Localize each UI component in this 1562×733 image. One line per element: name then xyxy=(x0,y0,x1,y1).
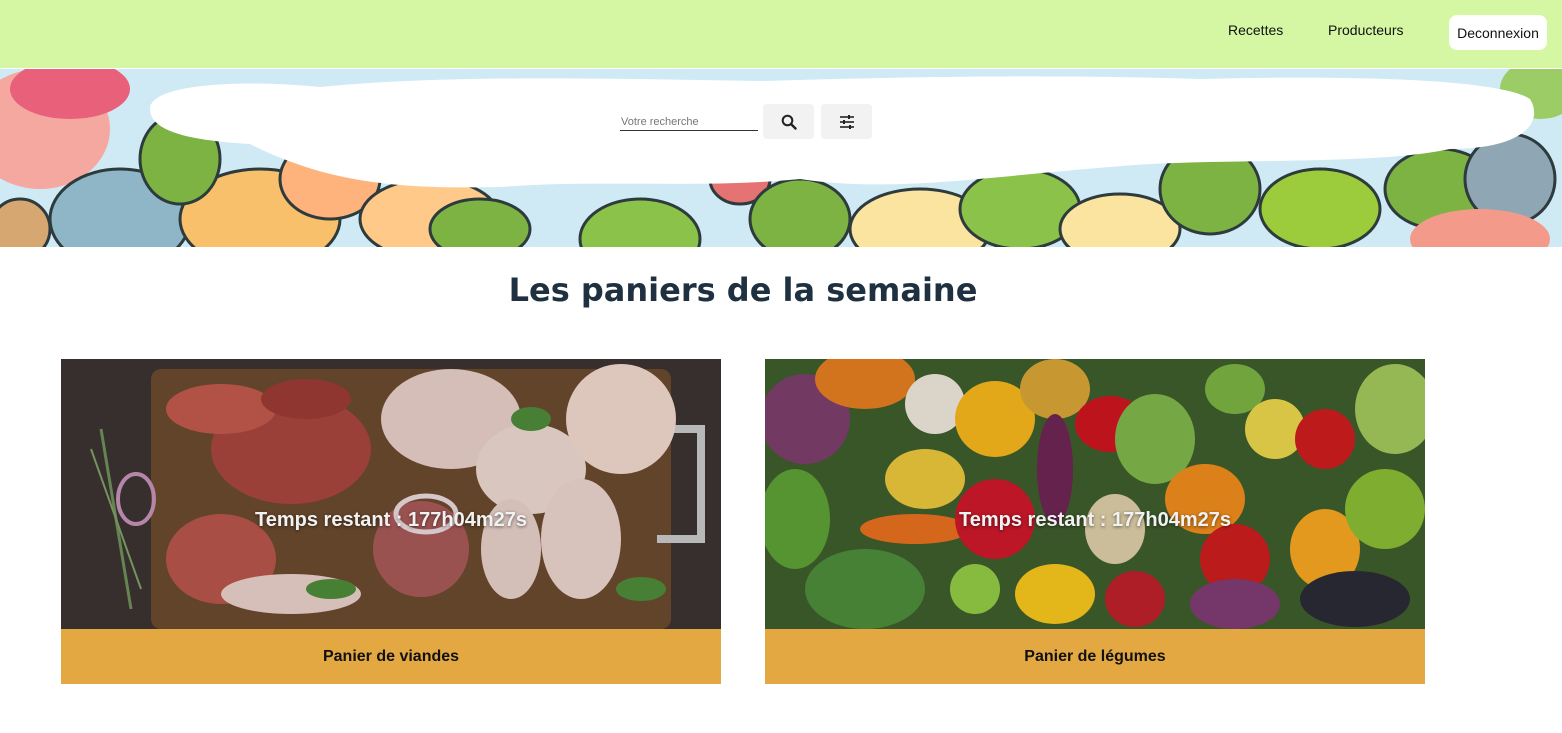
basket-timer-viandes: Temps restant : 177h04m27s xyxy=(255,509,527,531)
nav-link-recettes[interactable]: Recettes xyxy=(1228,22,1283,38)
nav-link-producteurs[interactable]: Producteurs xyxy=(1328,22,1403,38)
basket-timer-legumes: Temps restant : 177h04m27s xyxy=(959,509,1231,531)
section-title: Les paniers de la semaine xyxy=(508,271,978,309)
search-icon xyxy=(781,114,797,130)
basket-label-viandes[interactable]: Panier de viandes xyxy=(61,629,721,684)
sliders-icon xyxy=(839,114,854,129)
basket-image-legumes xyxy=(765,359,1425,629)
search-input[interactable] xyxy=(620,114,758,131)
logout-button[interactable]: Deconnexion xyxy=(1449,15,1547,50)
search-button[interactable] xyxy=(763,104,814,139)
filter-button[interactable] xyxy=(821,104,872,139)
hero-illustration xyxy=(0,69,1562,247)
basket-card-viandes[interactable]: Temps restant : 177h04m27s Panier de via… xyxy=(61,359,721,684)
basket-label-legumes[interactable]: Panier de légumes xyxy=(765,629,1425,684)
basket-image-viandes xyxy=(61,359,721,629)
hero-banner xyxy=(0,69,1562,247)
basket-card-legumes[interactable]: Temps restant : 177h04m27s Panier de lég… xyxy=(765,359,1425,684)
top-navigation-bar: Recettes Producteurs Deconnexion xyxy=(0,0,1562,68)
